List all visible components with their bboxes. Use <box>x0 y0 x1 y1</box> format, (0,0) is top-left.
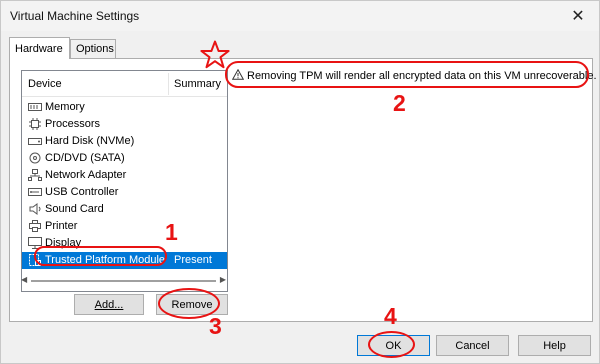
annotation-number-1: 1 <box>165 219 178 245</box>
scroll-left-icon[interactable]: ◀ <box>21 275 27 284</box>
device-label: Display <box>45 237 82 249</box>
device-row-trusted-platform-module[interactable]: Trusted Platform Module Present <box>22 252 227 269</box>
tab-options[interactable]: Options <box>70 39 116 59</box>
tab-hardware[interactable]: Hardware <box>9 37 70 59</box>
hardware-tab-panel: Device Summary Memory Processors Hard Di… <box>9 58 597 322</box>
device-row-cd-dvd[interactable]: CD/DVD (SATA) <box>22 150 227 167</box>
cancel-button[interactable]: Cancel <box>436 335 509 356</box>
add-button[interactable]: Add... <box>74 294 144 315</box>
device-label: Printer <box>45 220 78 232</box>
tpm-icon <box>28 254 42 266</box>
device-label: Trusted Platform Module <box>45 254 166 266</box>
device-row-network-adapter[interactable]: Network Adapter <box>22 167 227 184</box>
help-button-label: Help <box>543 339 566 352</box>
horizontal-scrollbar[interactable]: ◀ ▶ <box>21 272 226 290</box>
cd-dvd-icon <box>28 152 42 164</box>
device-list-header: Device Summary <box>22 71 227 97</box>
warning-text: Removing TPM will render all encrypted d… <box>247 70 597 82</box>
virtual-machine-settings-window: Virtual Machine Settings ✕ Hardware Opti… <box>0 0 600 364</box>
add-button-label: Add... <box>94 298 124 311</box>
device-label: USB Controller <box>45 186 119 198</box>
device-row-usb-controller[interactable]: USB Controller <box>22 184 227 201</box>
star-icon <box>200 40 230 72</box>
device-summary: Present <box>174 254 212 266</box>
annotation-number-2: 2 <box>393 90 406 116</box>
usb-icon <box>28 186 42 198</box>
annotation-number-3: 3 <box>209 313 222 339</box>
column-separator <box>168 73 169 95</box>
device-row-processors[interactable]: Processors <box>22 116 227 133</box>
device-label: Network Adapter <box>45 169 127 181</box>
remove-button[interactable]: Remove <box>156 294 228 315</box>
scroll-right-icon[interactable]: ▶ <box>220 275 226 284</box>
device-label: Sound Card <box>45 203 104 215</box>
remove-button-label: Remove <box>171 298 213 311</box>
column-header-summary[interactable]: Summary <box>174 78 221 90</box>
ok-button-label: OK <box>385 339 402 352</box>
processor-icon <box>28 118 42 130</box>
display-icon <box>28 237 42 249</box>
sound-card-icon <box>28 203 42 215</box>
hard-disk-icon <box>28 135 42 147</box>
tpm-warning-message: Removing TPM will render all encrypted d… <box>231 68 597 83</box>
device-label: Hard Disk (NVMe) <box>45 135 135 147</box>
network-adapter-icon <box>28 169 42 181</box>
device-row-sound-card[interactable]: Sound Card <box>22 201 227 218</box>
memory-icon <box>28 101 42 113</box>
device-list[interactable]: Device Summary Memory Processors Hard Di… <box>21 70 228 292</box>
device-row-memory[interactable]: Memory <box>22 99 227 116</box>
device-row-printer[interactable]: Printer <box>22 218 227 235</box>
warning-icon <box>231 68 245 83</box>
close-icon[interactable]: ✕ <box>563 4 593 28</box>
title-bar: Virtual Machine Settings ✕ <box>1 1 599 31</box>
column-header-device[interactable]: Device <box>28 78 62 90</box>
ok-button[interactable]: OK <box>357 335 430 356</box>
device-label: Memory <box>45 101 85 113</box>
help-button[interactable]: Help <box>518 335 591 356</box>
device-row-display[interactable]: Display <box>22 235 227 252</box>
cancel-button-label: Cancel <box>455 339 490 352</box>
device-label: Processors <box>45 118 101 130</box>
device-row-hard-disk[interactable]: Hard Disk (NVMe) <box>22 133 227 150</box>
window-title: Virtual Machine Settings <box>10 9 140 23</box>
annotation-number-4: 4 <box>384 303 397 329</box>
device-label: CD/DVD (SATA) <box>45 152 125 164</box>
scrollbar-thumb[interactable] <box>31 280 216 282</box>
printer-icon <box>28 220 42 232</box>
